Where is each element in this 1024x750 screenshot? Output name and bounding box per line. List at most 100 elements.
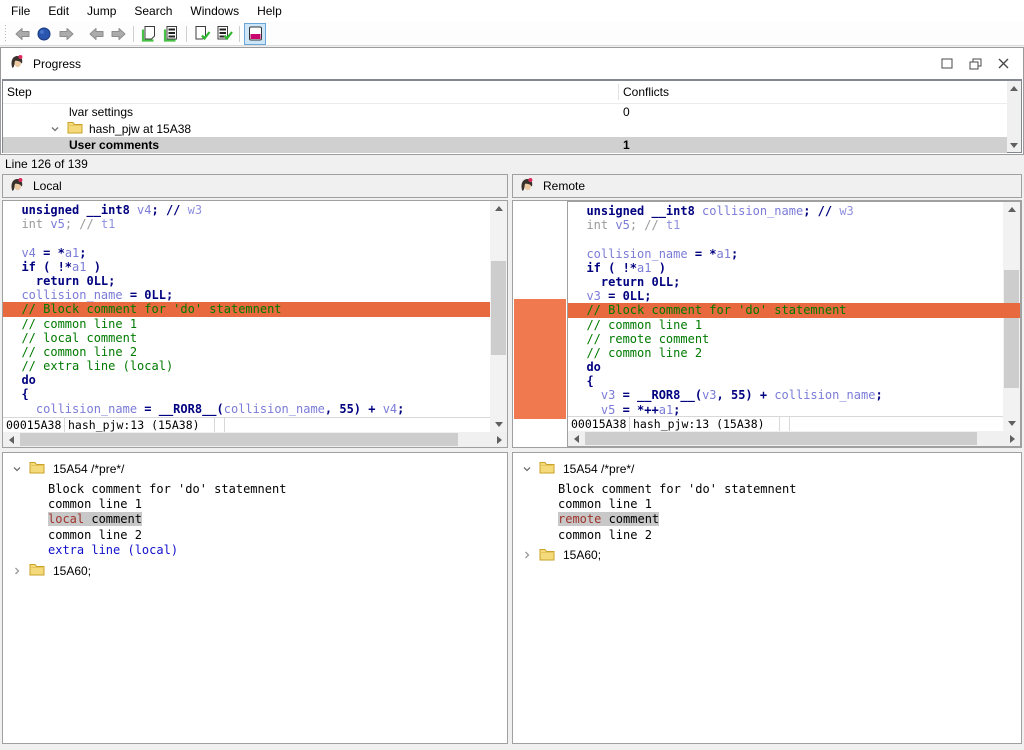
- code-line[interactable]: v3 = 0LL;: [568, 289, 1020, 303]
- scrollbar-thumb[interactable]: [20, 433, 458, 446]
- nav-prev-icon[interactable]: [85, 23, 107, 45]
- code-line[interactable]: collision_name = 0LL;: [3, 288, 490, 302]
- table-row[interactable]: lvar settings0: [3, 104, 1007, 120]
- code-line[interactable]: do: [568, 360, 1020, 374]
- code-line[interactable]: // common line 1: [3, 317, 490, 331]
- scroll-down-icon[interactable]: [1003, 416, 1020, 431]
- comment-line[interactable]: extra line (local): [48, 543, 507, 558]
- local-horizontal-scrollbar[interactable]: [3, 432, 507, 447]
- table-row[interactable]: User comments1: [3, 137, 1007, 153]
- doc-icon[interactable]: [138, 23, 160, 45]
- code-line[interactable]: unsigned __int8 collision_name; // w3: [568, 204, 1020, 218]
- scroll-left-icon[interactable]: [568, 431, 584, 446]
- tree-item[interactable]: 15A60;: [3, 561, 507, 580]
- chevron-down-icon[interactable]: [519, 463, 535, 475]
- code-line[interactable]: collision_name = __ROR8__(collision_name…: [3, 402, 490, 416]
- code-line[interactable]: int v5; // t1: [3, 217, 490, 231]
- scroll-right-icon[interactable]: [1004, 431, 1020, 446]
- nav-back-icon[interactable]: [11, 23, 33, 45]
- scrollbar-thumb[interactable]: [585, 432, 977, 445]
- progress-titlebar[interactable]: Progress: [1, 48, 1023, 79]
- tree-item[interactable]: 15A54 /*pre*/: [513, 459, 1021, 478]
- code-line[interactable]: if ( !*a1 ): [568, 261, 1020, 275]
- doc-list-check-icon[interactable]: [213, 23, 235, 45]
- tree-item[interactable]: 15A54 /*pre*/: [3, 459, 507, 478]
- highlighted-code-line[interactable]: // Block comment for 'do' statemnent: [3, 302, 490, 316]
- comment-line[interactable]: common line 1: [558, 497, 1021, 512]
- nav-stop-icon[interactable]: [33, 23, 55, 45]
- close-button[interactable]: [989, 54, 1017, 74]
- menu-item-edit[interactable]: Edit: [39, 1, 78, 21]
- code-line[interactable]: if ( !*a1 ): [3, 260, 490, 274]
- code-line[interactable]: [3, 231, 490, 245]
- column-divider[interactable]: [618, 84, 619, 100]
- code-line[interactable]: // common line 2: [568, 346, 1020, 360]
- doc-check-icon[interactable]: [191, 23, 213, 45]
- column-header-step[interactable]: Step: [7, 81, 32, 104]
- code-line[interactable]: [568, 232, 1020, 246]
- code-token: // Block comment for 'do' statemnent: [7, 302, 282, 316]
- scroll-left-icon[interactable]: [3, 432, 19, 447]
- column-header-conflicts[interactable]: Conflicts: [623, 81, 669, 104]
- remote-code-view[interactable]: unsigned __int8 collision_name; // w3 in…: [568, 202, 1020, 416]
- scroll-up-icon[interactable]: [1003, 202, 1020, 217]
- menu-item-jump[interactable]: Jump: [78, 1, 125, 21]
- tree-item[interactable]: 15A60;: [513, 546, 1021, 565]
- table-scrollbar[interactable]: [1007, 81, 1021, 152]
- chevron-down-icon[interactable]: [9, 463, 25, 475]
- menu-item-search[interactable]: Search: [125, 1, 181, 21]
- comment-line[interactable]: remote comment: [558, 512, 1021, 527]
- menu-item-help[interactable]: Help: [248, 1, 291, 21]
- diff-change-block[interactable]: [514, 299, 566, 419]
- code-line[interactable]: // remote comment: [568, 332, 1020, 346]
- chevron-right-icon[interactable]: [519, 549, 535, 561]
- code-line[interactable]: v4 = *a1;: [3, 246, 490, 260]
- restore-button[interactable]: [961, 54, 989, 74]
- scroll-up-icon[interactable]: [1007, 81, 1021, 95]
- local-code-view[interactable]: unsigned __int8 v4; // w3 int v5; // t1 …: [3, 201, 490, 417]
- local-vertical-scrollbar[interactable]: [490, 201, 507, 432]
- maximize-button[interactable]: [933, 54, 961, 74]
- nav-forward-icon[interactable]: [55, 23, 77, 45]
- remote-horizontal-scrollbar[interactable]: [568, 431, 1020, 446]
- code-line[interactable]: // extra line (local): [3, 359, 490, 373]
- code-line[interactable]: unsigned __int8 v4; // w3: [3, 203, 490, 217]
- code-line[interactable]: return 0LL;: [3, 274, 490, 288]
- doc-list-icon[interactable]: [160, 23, 182, 45]
- code-line[interactable]: {: [568, 374, 1020, 388]
- comment-line[interactable]: local comment: [48, 512, 507, 527]
- code-line[interactable]: collision_name = *a1;: [568, 247, 1020, 261]
- scrollbar-thumb[interactable]: [1004, 270, 1019, 388]
- scrollbar-thumb[interactable]: [491, 261, 506, 355]
- scroll-right-icon[interactable]: [491, 432, 507, 447]
- code-token: ;: [673, 403, 680, 416]
- table-row[interactable]: hash_pjw at 15A38: [3, 120, 1007, 137]
- status-cell: 00015A38: [3, 418, 65, 432]
- chevron-down-icon[interactable]: [47, 123, 63, 135]
- highlighted-code-line[interactable]: // Block comment for 'do' statemnent: [568, 303, 1020, 317]
- comment-line[interactable]: common line 2: [48, 528, 507, 543]
- menu-item-file[interactable]: File: [2, 1, 39, 21]
- menu-item-windows[interactable]: Windows: [181, 1, 248, 21]
- view-merge-icon[interactable]: [244, 23, 266, 45]
- code-line[interactable]: v5 = *++a1;: [568, 403, 1020, 416]
- scroll-down-icon[interactable]: [1007, 138, 1021, 152]
- comment-line[interactable]: common line 2: [558, 528, 1021, 543]
- code-line[interactable]: v3 = __ROR8__(v3, 55) + collision_name;: [568, 388, 1020, 402]
- chevron-right-icon[interactable]: [9, 565, 25, 577]
- code-line[interactable]: // local comment: [3, 331, 490, 345]
- code-line[interactable]: // common line 1: [568, 318, 1020, 332]
- scroll-down-icon[interactable]: [490, 417, 507, 432]
- code-line[interactable]: {: [3, 387, 490, 401]
- code-line[interactable]: int v5; // t1: [568, 218, 1020, 232]
- comment-line[interactable]: Block comment for 'do' statemnent: [558, 482, 1021, 497]
- scroll-up-icon[interactable]: [490, 201, 507, 216]
- comment-line[interactable]: Block comment for 'do' statemnent: [48, 482, 507, 497]
- comment-token: common line 1: [558, 497, 652, 511]
- nav-next-icon[interactable]: [107, 23, 129, 45]
- code-line[interactable]: do: [3, 373, 490, 387]
- comment-line[interactable]: common line 1: [48, 497, 507, 512]
- code-line[interactable]: return 0LL;: [568, 275, 1020, 289]
- toolbar-drag-handle-icon[interactable]: [3, 25, 8, 43]
- code-line[interactable]: // common line 2: [3, 345, 490, 359]
